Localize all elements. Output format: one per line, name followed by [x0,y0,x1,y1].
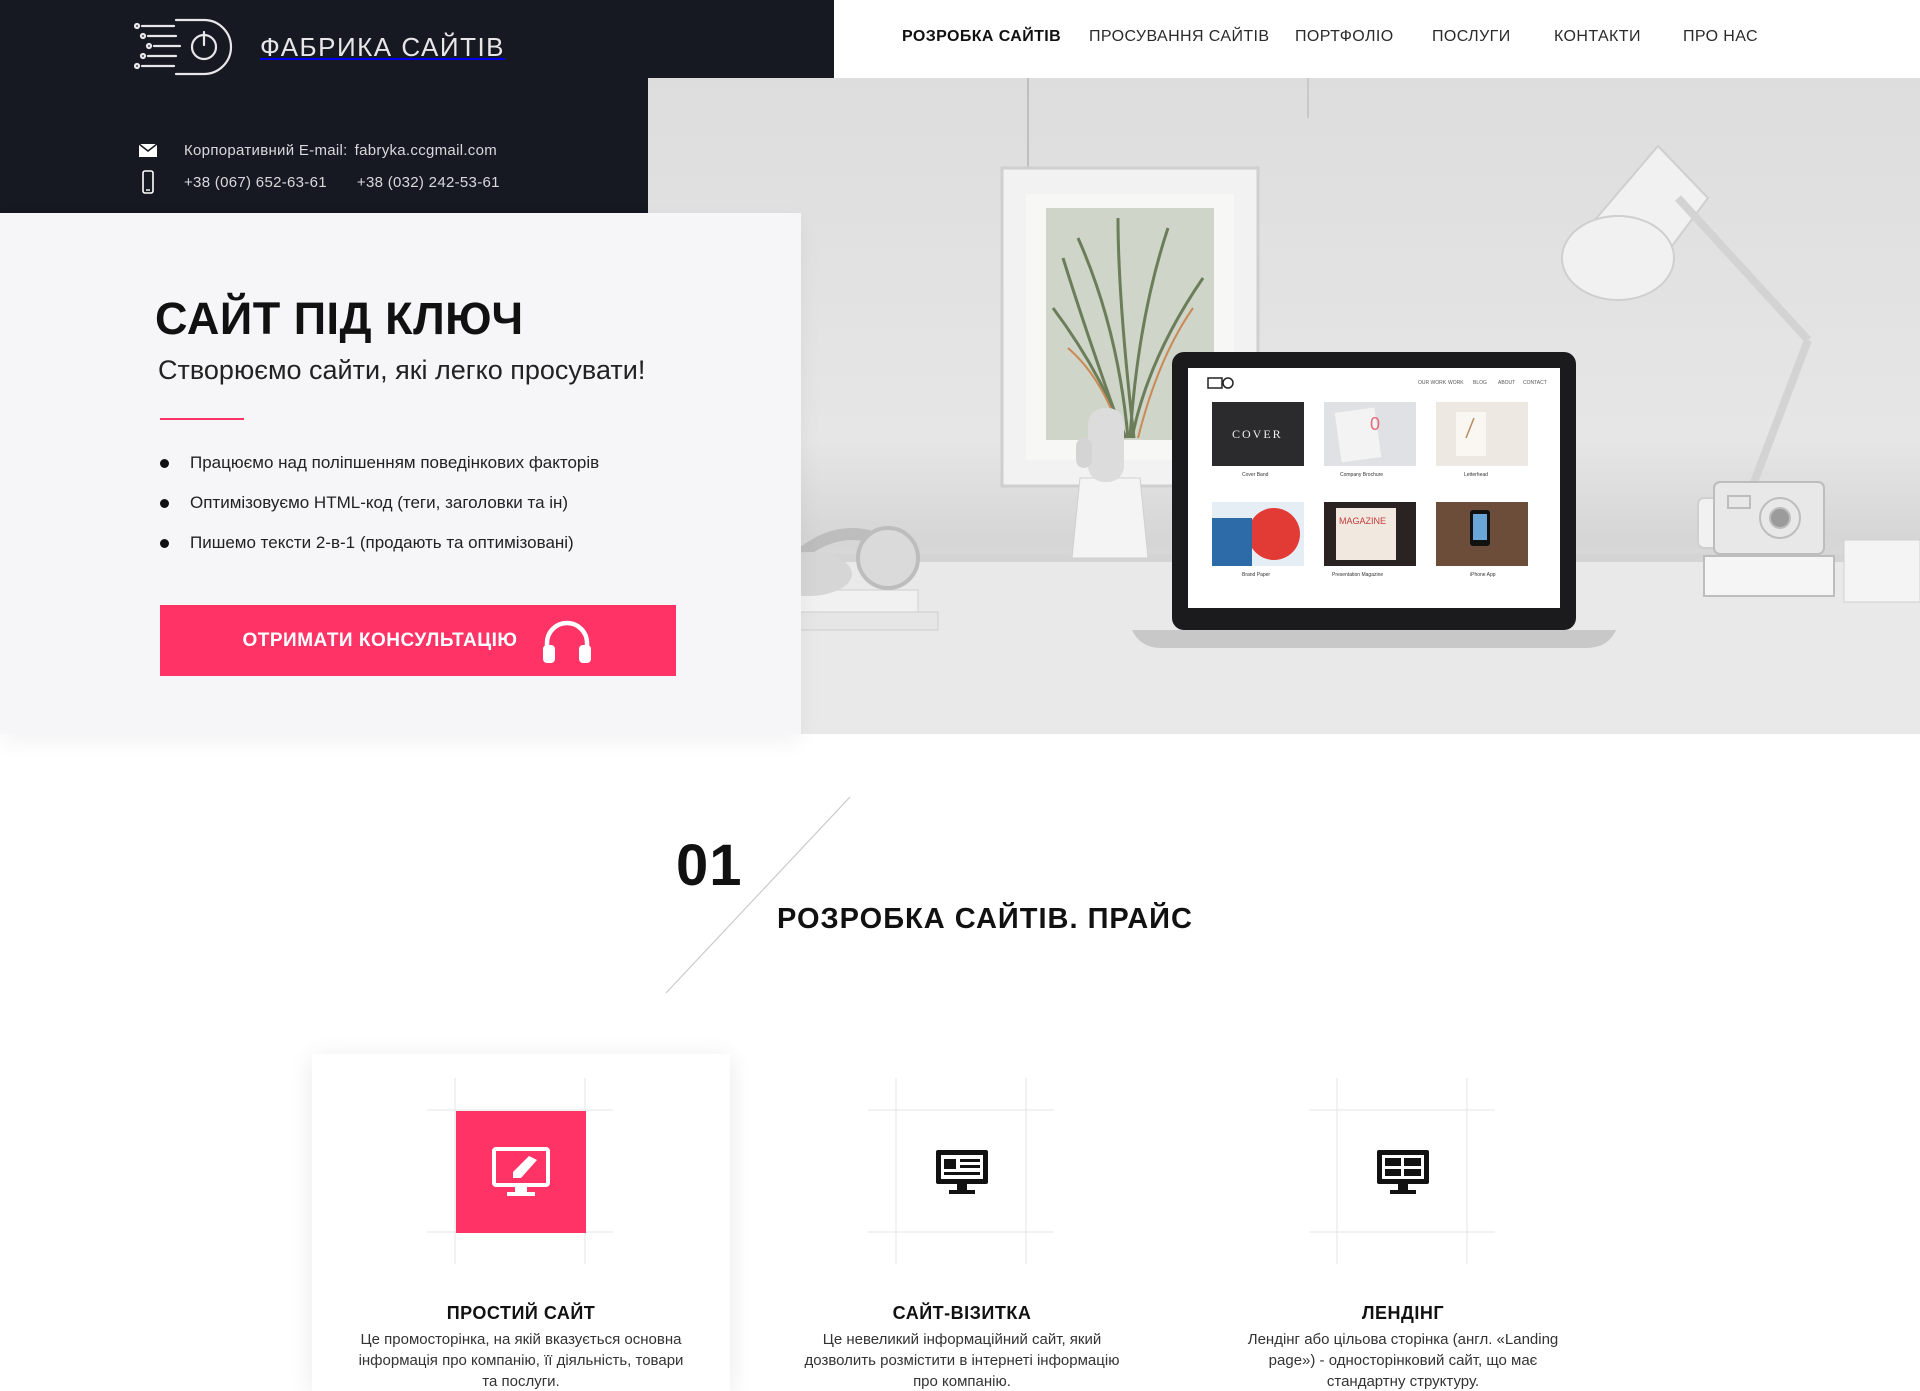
phone-link-1[interactable]: +38 (067) 652-63-61 [184,174,327,191]
card-description: Це невеликий інформаційний сайт, який до… [804,1331,1120,1390]
monitor-card-icon [936,1150,988,1194]
email-label: Корпоративний E-mail: [184,141,348,159]
card-description: Лендінг або цільова сторінка (англ. «Lan… [1247,1331,1559,1390]
headphones-icon [543,620,592,663]
mobile-phone-icon [138,170,158,194]
get-consultation-button[interactable]: ОТРИМАТИ КОНСУЛЬТАЦІЮ [160,605,676,676]
card-icon-box [456,1111,586,1233]
svg-text:WORK: WORK [1448,380,1464,386]
svg-text:COVER: COVER [1232,427,1283,441]
laptop-mockup: OUR WORK WORK BLOG ABOUT CONTACT COVER 0… [1132,352,1616,648]
svg-text:BLOG: BLOG [1473,380,1487,386]
section-number: 01 [676,833,743,898]
nav-item-development[interactable]: РОЗРОБКА САЙТІВ [902,28,1061,46]
speed-power-logo-icon [134,18,233,76]
hero-benefit-item: Оптимізовуємо HTML-код (теги, заголовки … [160,492,599,532]
desk-scene-illustration: OUR WORK WORK BLOG ABOUT CONTACT COVER 0… [648,78,1920,734]
svg-text:0: 0 [1370,414,1380,434]
card-title: ПРОСТИЙ САЙТ [446,1303,596,1323]
nav-item-services[interactable]: ПОСЛУГИ [1432,28,1511,46]
brand-name: ФАБРИКА САЙТІВ [260,31,506,62]
hero-benefit-item: Працюємо над поліпшенням поведінкових фа… [160,452,599,492]
svg-text:Presentation Magazine: Presentation Magazine [1332,572,1383,578]
nav-item-about[interactable]: ПРО НАС [1683,28,1758,46]
monitor-grid-icon [1377,1150,1429,1194]
nav-item-contacts[interactable]: КОНТАКТИ [1554,28,1641,46]
svg-text:Letterhead: Letterhead [1464,472,1488,478]
hero-benefits-list: Працюємо над поліпшенням поведінкових фа… [160,452,599,572]
nav-item-promotion[interactable]: ПРОСУВАННЯ САЙТІВ [1089,28,1269,46]
hero-title: САЙТ ПІД КЛЮЧ [155,293,524,344]
card-icon-box [1338,1111,1468,1233]
svg-text:Cover Band: Cover Band [1242,472,1269,478]
svg-text:CONTACT: CONTACT [1523,380,1547,386]
svg-text:Company Brochure: Company Brochure [1340,472,1383,478]
hero-subtitle: Створюємо сайти, які легко просувати! [158,355,646,385]
svg-text:ABOUT: ABOUT [1498,380,1515,386]
envelope-icon [138,140,158,160]
nav-item-portfolio[interactable]: ПОРТФОЛІО [1295,28,1394,46]
contact-phone-row: +38 (067) 652-63-61 +38 (032) 242-53-61 [138,170,500,194]
svg-text:MAGAZINE: MAGAZINE [1339,516,1386,526]
card-icon-box [897,1111,1027,1233]
hero-divider [160,418,244,420]
contact-email-row: Корпоративний E-mail: fabryka.ccgmail.co… [138,140,497,160]
site-logo[interactable]: ФАБРИКА САЙТІВ [134,16,505,78]
price-card-landing[interactable]: ЛЕНДІНГ Лендінг або цільова сторінка (ан… [1194,1054,1612,1391]
card-title: ЛЕНДІНГ [1361,1303,1445,1323]
svg-text:iPhone App: iPhone App [1470,572,1496,578]
vintage-camera [1703,481,1835,597]
card-description: Це промосторінка, на якій вказується осн… [358,1331,684,1390]
hero-photo: OUR WORK WORK BLOG ABOUT CONTACT COVER 0… [648,78,1920,734]
cta-label: ОТРИМАТИ КОНСУЛЬТАЦІЮ [242,629,518,651]
main-nav: РОЗРОБКА САЙТІВ ПРОСУВАННЯ САЙТІВ ПОРТФО… [834,0,1920,78]
price-card-simple-site[interactable]: ПРОСТИЙ САЙТ Це промосторінка, на якій в… [312,1054,730,1391]
monitor-pencil-icon [492,1147,550,1196]
svg-text:Brand Paper: Brand Paper [1242,572,1270,578]
hero-benefit-item: Пишемо тексти 2-в-1 (продають та оптиміз… [160,532,599,572]
card-title: САЙТ-ВІЗИТКА [892,1303,1032,1323]
email-link[interactable]: fabryka.ccgmail.com [355,142,497,159]
section-title: РОЗРОБКА САЙТІВ. ПРАЙС [777,903,1193,935]
svg-text:OUR WORK: OUR WORK [1418,380,1447,386]
price-card-business-card-site[interactable]: САЙТ-ВІЗИТКА Це невеликий інформаційний … [753,1054,1171,1391]
phone-link-2[interactable]: +38 (032) 242-53-61 [357,174,500,191]
